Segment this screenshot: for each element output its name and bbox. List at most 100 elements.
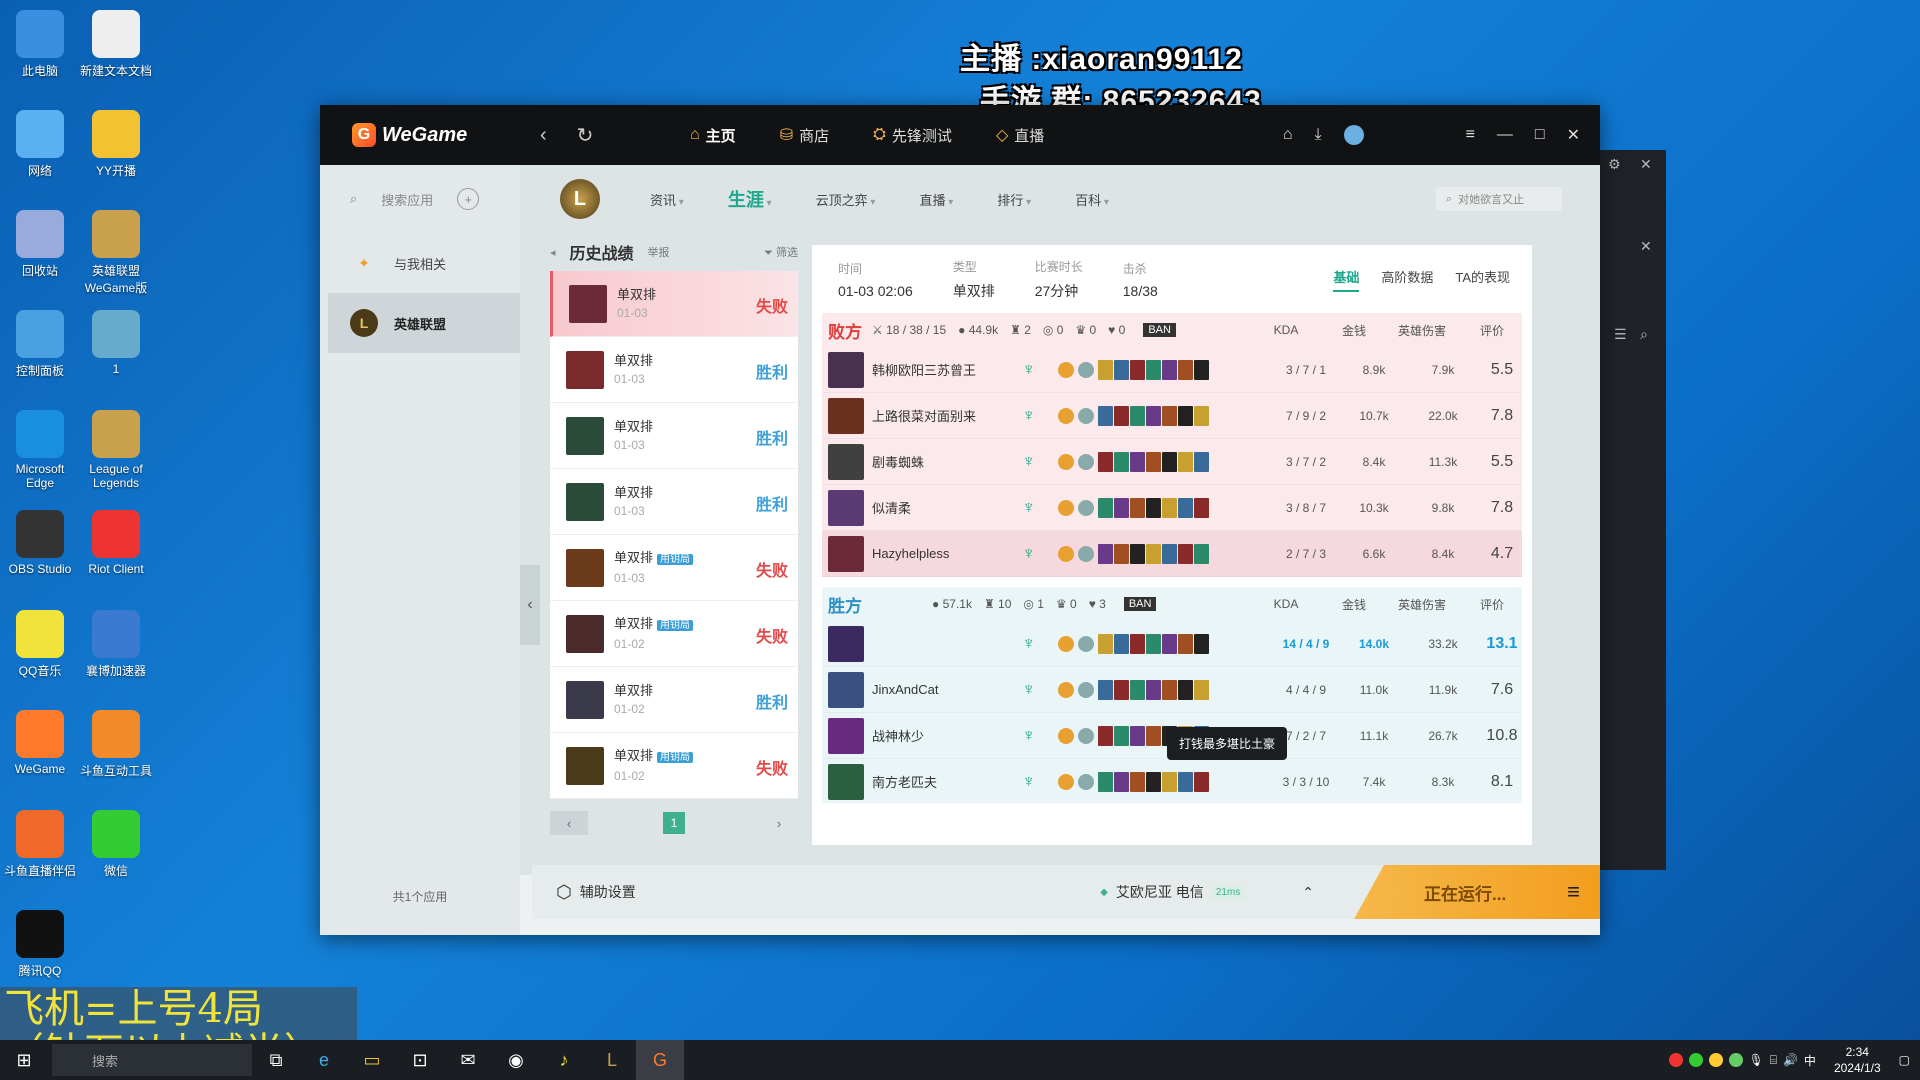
aux-settings-button[interactable]: ⬡ 辅助设置 bbox=[556, 882, 636, 903]
desktop-icon[interactable]: 襄博加速器 bbox=[76, 610, 156, 679]
history-row[interactable]: 单双排 用钥局 01-02 失败 bbox=[550, 733, 798, 799]
history-row[interactable]: 单双排 01-03 胜利 bbox=[550, 337, 798, 403]
desktop-icon[interactable]: 1 bbox=[76, 310, 156, 376]
running-button[interactable]: 正在运行... ≡ bbox=[1354, 865, 1600, 919]
wegame-icon[interactable]: G bbox=[636, 1040, 684, 1080]
desktop-icon[interactable]: 回收站 bbox=[0, 210, 80, 279]
player-name[interactable]: 似清柔 bbox=[872, 498, 1022, 517]
desktop-icon[interactable]: Microsoft Edge bbox=[0, 410, 80, 490]
detail-tab-1[interactable]: 高阶数据 bbox=[1381, 267, 1433, 292]
player-row[interactable]: Hazyhelpless ♆ 2 / 7 / 3 6.6k 8.4k 4.7 bbox=[822, 531, 1522, 577]
player-name[interactable]: Hazyhelpless bbox=[872, 546, 1022, 561]
app-search[interactable]: ⌕ 搜索应用 + bbox=[320, 165, 520, 233]
desktop-icon[interactable]: 斗鱼互动工具 bbox=[76, 710, 156, 779]
history-row[interactable]: 单双排 01-03 胜利 bbox=[550, 469, 798, 535]
history-row[interactable]: 单双排 01-03 失败 bbox=[550, 271, 798, 337]
ban-button[interactable]: BAN bbox=[1143, 323, 1176, 337]
tray-app-icon[interactable] bbox=[1668, 1053, 1683, 1067]
desktop-icon[interactable]: WeGame bbox=[0, 710, 80, 776]
player-row[interactable]: 剧毒蜘蛛 ♆ 3 / 7 / 2 8.4k 11.3k 5.5 bbox=[822, 439, 1522, 485]
desktop-icon[interactable]: 微信 bbox=[76, 810, 156, 879]
mic-icon[interactable]: 🎙 bbox=[1749, 1053, 1764, 1067]
store-icon[interactable]: ⊡ bbox=[396, 1040, 444, 1080]
refresh-icon[interactable]: ↻ bbox=[577, 123, 594, 148]
avatar[interactable] bbox=[1343, 125, 1364, 145]
player-row[interactable]: JinxAndCat ♆ 4 / 4 / 9 11.0k 11.9k 7.6 bbox=[822, 667, 1522, 713]
ime-indicator[interactable]: 中 bbox=[1804, 1052, 1816, 1069]
desktop-icon[interactable]: 网络 bbox=[0, 110, 80, 179]
lol-icon[interactable]: L bbox=[588, 1040, 636, 1080]
player-row[interactable]: ♆ 14 / 4 / 9 14.0k 33.2k 13.1 bbox=[822, 621, 1522, 667]
tray-app-icon[interactable] bbox=[1708, 1053, 1723, 1067]
tray-app-icon[interactable] bbox=[1688, 1053, 1703, 1067]
tab-1[interactable]: 生涯 bbox=[728, 186, 772, 212]
caret-left-icon[interactable]: ◂ bbox=[550, 246, 556, 259]
desktop-icon[interactable]: 新建文本文档 bbox=[76, 10, 156, 79]
history-row[interactable]: 单双排 用钥局 01-02 失败 bbox=[550, 601, 798, 667]
player-name[interactable]: 剧毒蜘蛛 bbox=[872, 452, 1022, 471]
tab-5[interactable]: 百科 bbox=[1075, 190, 1109, 209]
nav-test[interactable]: ⛭ 先锋测试 bbox=[873, 125, 952, 146]
obs-icon[interactable]: ◉ bbox=[492, 1040, 540, 1080]
next-page-button[interactable]: › bbox=[760, 811, 798, 835]
collapse-handle[interactable]: ‹ bbox=[520, 565, 540, 645]
player-name[interactable]: JinxAndCat bbox=[872, 682, 1022, 697]
desktop-icon[interactable]: 斗鱼直播伴侣 bbox=[0, 810, 80, 879]
desktop-icon[interactable]: YY开播 bbox=[76, 110, 156, 179]
maximize-icon[interactable]: □ bbox=[1535, 126, 1545, 144]
nav-home[interactable]: ⌂ 主页 bbox=[690, 125, 736, 146]
volume-icon[interactable]: 🔊 bbox=[1783, 1053, 1798, 1067]
server-selector[interactable]: ◆ 艾欧尼亚 电信 21ms ⌃ bbox=[1100, 882, 1314, 902]
download-icon[interactable]: ⤓ bbox=[1315, 126, 1322, 144]
menu-icon[interactable]: ≡ bbox=[1567, 879, 1580, 905]
sidebar-item-lol[interactable]: L 英雄联盟 bbox=[328, 293, 520, 353]
history-row[interactable]: 单双排 用钥局 01-03 失败 bbox=[550, 535, 798, 601]
tab-4[interactable]: 排行 bbox=[997, 190, 1031, 209]
desktop-icon[interactable]: 英雄联盟WeGame版 bbox=[76, 210, 156, 296]
detail-tab-0[interactable]: 基础 bbox=[1333, 267, 1360, 292]
tray-app-icon[interactable] bbox=[1728, 1053, 1743, 1067]
player-search-input[interactable]: ⌕ 对她欲言又止 bbox=[1436, 187, 1562, 211]
mail-icon[interactable]: ✉ bbox=[444, 1040, 492, 1080]
player-row[interactable]: 上路很菜对面别来 ♆ 7 / 9 / 2 10.7k 22.0k 7.8 bbox=[822, 393, 1522, 439]
list-icon[interactable]: ☰ bbox=[1614, 326, 1627, 343]
desktop-icon[interactable]: 控制面板 bbox=[0, 310, 80, 379]
add-icon[interactable]: + bbox=[457, 188, 480, 210]
player-row[interactable]: 似清柔 ♆ 3 / 8 / 7 10.3k 9.8k 7.8 bbox=[822, 485, 1522, 531]
desktop-icon[interactable]: 此电脑 bbox=[0, 10, 80, 79]
current-page[interactable]: 1 bbox=[663, 812, 685, 834]
clock[interactable]: 2:34 2024/1/3 bbox=[1834, 1044, 1881, 1076]
notification-icon[interactable]: ▢ bbox=[1899, 1053, 1910, 1067]
player-name[interactable]: 战神林少 bbox=[872, 726, 1022, 745]
close-icon[interactable]: ✕ bbox=[1640, 156, 1652, 173]
close-icon[interactable]: ✕ bbox=[1640, 238, 1652, 255]
desktop-icon[interactable]: QQ音乐 bbox=[0, 610, 80, 679]
start-icon[interactable]: ⊞ bbox=[0, 1040, 48, 1080]
tab-2[interactable]: 云顶之弈 bbox=[816, 190, 876, 209]
player-name[interactable]: 上路很菜对面别来 bbox=[872, 406, 1022, 425]
search-icon[interactable]: ⌕ bbox=[1640, 326, 1648, 343]
sidebar-item-related[interactable]: ✦ 与我相关 bbox=[320, 233, 520, 293]
detail-tab-2[interactable]: TA的表现 bbox=[1455, 267, 1510, 292]
player-row[interactable]: 韩柳欧阳三苏曾王 ♆ 3 / 7 / 1 8.9k 7.9k 5.5 bbox=[822, 347, 1522, 393]
desktop-icon[interactable]: League of Legends bbox=[76, 410, 156, 490]
history-row[interactable]: 单双排 01-02 胜利 bbox=[550, 667, 798, 733]
player-name[interactable]: 韩柳欧阳三苏曾王 bbox=[872, 360, 1022, 379]
back-icon[interactable]: ‹ bbox=[540, 124, 547, 147]
task-view-icon[interactable]: ⧉ bbox=[252, 1040, 300, 1080]
gear-icon[interactable]: ⚙ bbox=[1608, 156, 1621, 173]
tab-3[interactable]: 直播 bbox=[919, 190, 953, 209]
desktop-icon[interactable]: Riot Client bbox=[76, 510, 156, 576]
history-row[interactable]: 单双排 01-03 胜利 bbox=[550, 403, 798, 469]
qqmusic-icon[interactable]: ♪ bbox=[540, 1040, 588, 1080]
nav-live[interactable]: ◇ 直播 bbox=[996, 125, 1044, 146]
ban-button[interactable]: BAN bbox=[1123, 597, 1157, 611]
folder-icon[interactable]: ⌂ bbox=[1283, 126, 1293, 144]
report-button[interactable]: 举报 bbox=[648, 244, 670, 260]
tab-0[interactable]: 资讯 bbox=[650, 190, 684, 209]
player-row[interactable]: 南方老匹夫 ♆ 3 / 3 / 10 7.4k 8.3k 8.1 bbox=[822, 759, 1522, 803]
desktop-icon[interactable]: 腾讯QQ bbox=[0, 910, 80, 979]
edge-icon[interactable]: e bbox=[300, 1040, 348, 1080]
filter-button[interactable]: ⏷ 筛选 bbox=[764, 244, 798, 260]
close-icon[interactable]: ✕ bbox=[1567, 125, 1580, 145]
